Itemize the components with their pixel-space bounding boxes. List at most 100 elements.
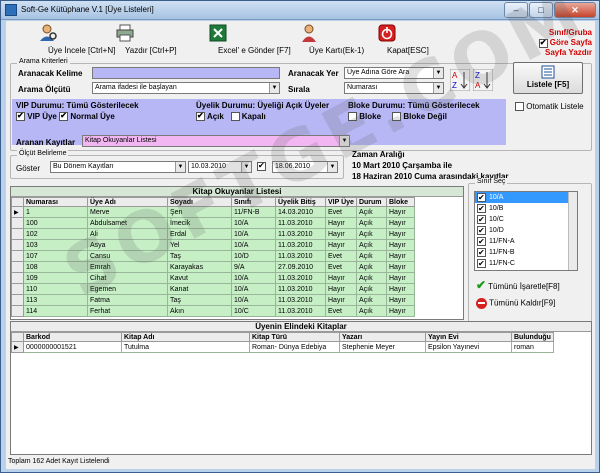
select-all-button[interactable]: ✔ Tümünü İşaretle[F8] — [476, 278, 560, 292]
table-row[interactable]: ▶ 0000000001521 Tutulma Roman- Dünya Edebiy… — [11, 341, 554, 353]
table-cell[interactable]: Abdulsamet — [87, 217, 168, 229]
table-cell[interactable]: Evet — [325, 305, 357, 317]
keyword-input[interactable] — [92, 67, 280, 79]
export-excel-button[interactable]: Excel' e Gönder [F7] — [180, 23, 291, 61]
column-header[interactable]: Yayın Evi — [425, 332, 512, 342]
print-button[interactable]: Yazdır [Ctrl+P] — [98, 23, 177, 61]
table-cell[interactable]: Hayır — [385, 250, 415, 262]
table-cell[interactable]: Merve — [87, 206, 168, 218]
table-cell[interactable]: Şen — [167, 206, 232, 218]
table-cell[interactable]: 10/A — [231, 239, 276, 251]
table-cell[interactable]: Fatma — [87, 294, 168, 306]
table-cell[interactable]: 102 — [23, 228, 88, 240]
table-cell[interactable]: Hayır — [325, 283, 357, 295]
table-cell[interactable]: Akın — [167, 305, 232, 317]
column-header[interactable]: Üye Adı — [87, 197, 168, 207]
class-list-item[interactable]: 10/D — [475, 225, 577, 236]
clear-all-button[interactable]: Tümünü Kaldır[F9] — [476, 298, 555, 309]
table-cell[interactable]: Emrah — [87, 261, 168, 273]
table-cell[interactable]: Epsilon Yayınevi — [425, 341, 512, 353]
table-row[interactable]: ▶ 1 Merve Şen 11/FN-B 14.03.2010 Evet Açık Hayır — [11, 206, 415, 218]
table-cell[interactable]: Hayır — [385, 283, 415, 295]
class-list-item[interactable]: 10/A — [475, 192, 577, 203]
table-cell[interactable]: roman — [511, 341, 554, 353]
table-cell[interactable]: Kavut — [167, 272, 232, 284]
table-cell[interactable]: 10/D — [231, 250, 276, 262]
table-cell[interactable]: 10/A — [231, 294, 276, 306]
table-cell[interactable]: Açık — [355, 283, 387, 295]
table-cell[interactable]: 11.03.2010 — [275, 217, 326, 229]
column-header[interactable]: Durum — [355, 197, 387, 207]
class-checkbox[interactable] — [477, 225, 486, 236]
vip-member-checkbox[interactable] — [16, 111, 25, 122]
table-row[interactable]: 100 Abdulsamet İmecik 10/A 11.03.2010 Hayır Aç… — [11, 217, 415, 229]
blocked-checkbox[interactable] — [348, 112, 357, 122]
table-cell[interactable]: Açık — [355, 261, 387, 273]
table-cell[interactable]: Açık — [355, 272, 387, 284]
table-cell[interactable]: 27.09.2010 — [275, 261, 326, 273]
table-cell[interactable]: Ali — [87, 228, 168, 240]
table-cell[interactable]: Stephenie Meyer — [339, 341, 426, 353]
table-cell[interactable]: Taş — [167, 294, 232, 306]
table-cell[interactable]: Cihat — [87, 272, 168, 284]
table-cell[interactable]: Hayır — [325, 217, 357, 229]
table-row[interactable]: 102 Ali Erdal 10/A 11.03.2010 Hayır Açık Hayır — [11, 228, 415, 240]
table-cell[interactable]: Ferhat — [87, 305, 168, 317]
table-cell[interactable]: Karayakas — [167, 261, 232, 273]
column-header[interactable]: Bulunduğu — [511, 332, 554, 342]
normal-member-checkbox[interactable] — [59, 111, 69, 122]
table-cell[interactable]: Yel — [167, 239, 232, 251]
table-cell[interactable]: 11.03.2010 — [275, 305, 326, 317]
sort-descending-icon[interactable]: Z A — [473, 69, 493, 91]
table-cell[interactable]: Açık — [355, 239, 387, 251]
class-list-item[interactable]: 10/C — [475, 214, 577, 225]
column-header[interactable]: VIP Üye — [325, 197, 357, 207]
table-cell[interactable]: 10/A — [231, 272, 276, 284]
class-checkbox[interactable] — [477, 214, 486, 225]
table-cell[interactable]: 11.03.2010 — [275, 283, 326, 295]
active-member-checkbox[interactable] — [196, 111, 205, 122]
column-header[interactable]: Bloke — [385, 197, 415, 207]
class-checkbox[interactable] — [477, 247, 486, 258]
not-blocked-checkbox[interactable] — [392, 112, 402, 122]
class-list-item[interactable]: 11/FN-C — [475, 258, 577, 269]
table-cell[interactable]: Hayır — [385, 217, 415, 229]
column-header[interactable]: Kitap Türü — [249, 332, 340, 342]
table-cell[interactable]: 14.03.2010 — [275, 206, 326, 218]
date-from-picker[interactable]: 10.03.2010 ▼ — [188, 161, 252, 173]
table-cell[interactable]: 107 — [23, 250, 88, 262]
table-cell[interactable]: Evet — [325, 206, 357, 218]
member-card-button[interactable]: Üye Kartı(Ek-1) — [276, 23, 364, 61]
table-row[interactable]: 108 Emrah Karayakas 9/A 27.09.2010 Evet Açık Ha… — [11, 261, 415, 273]
table-cell[interactable]: Hayır — [385, 239, 415, 251]
table-cell[interactable]: Hayır — [385, 272, 415, 284]
place-combo[interactable]: Üye Adına Göre Ara ▼ — [344, 67, 444, 79]
table-cell[interactable]: Açık — [355, 228, 387, 240]
table-cell[interactable]: Hayır — [325, 294, 357, 306]
books-grid[interactable]: Üyenin Elindeki Kitaplar Barkod Kitap Ad… — [10, 321, 592, 455]
table-cell[interactable]: Hayır — [325, 228, 357, 240]
table-row[interactable]: 109 Cihat Kavut 10/A 11.03.2010 Hayır Açık Hayı… — [11, 272, 415, 284]
table-cell[interactable]: 11.03.2010 — [275, 239, 326, 251]
close-form-button[interactable]: Kapat[ESC] — [362, 23, 429, 61]
class-print-checkbox[interactable] — [538, 38, 548, 48]
table-cell[interactable]: Asya — [87, 239, 168, 251]
minimize-button[interactable]: – — [504, 2, 528, 18]
class-list-item[interactable]: 11/FN-A — [475, 236, 577, 247]
table-cell[interactable]: Erdal — [167, 228, 232, 240]
auto-list-checkbox[interactable] — [515, 102, 524, 112]
class-checkbox[interactable] — [477, 236, 486, 247]
table-cell[interactable]: Kanat — [167, 283, 232, 295]
table-cell[interactable]: Tutulma — [121, 341, 250, 353]
sort-combo[interactable]: Numarası ▼ — [344, 82, 444, 94]
criterion-combo[interactable]: Arama ifadesi ile başlayan ▼ — [92, 82, 280, 94]
table-row[interactable]: 103 Asya Yel 10/A 11.03.2010 Hayır Açık Hayır — [11, 239, 415, 251]
table-cell[interactable]: 9/A — [231, 261, 276, 273]
column-header[interactable]: Kitap Adı — [121, 332, 250, 342]
class-list-item[interactable]: 10/B — [475, 203, 577, 214]
table-cell[interactable]: 108 — [23, 261, 88, 273]
table-cell[interactable]: 1 — [23, 206, 88, 218]
table-cell[interactable]: Açık — [355, 217, 387, 229]
table-cell[interactable]: Egemen — [87, 283, 168, 295]
table-cell[interactable]: Evet — [325, 250, 357, 262]
